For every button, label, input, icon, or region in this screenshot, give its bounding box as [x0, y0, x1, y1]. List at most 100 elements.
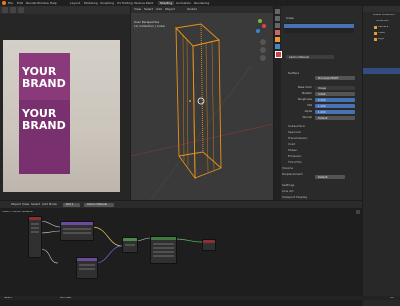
light-icon: [374, 38, 377, 41]
node-mapping[interactable]: [60, 221, 94, 241]
alpha-field[interactable]: 1.000: [315, 110, 355, 114]
menu-window[interactable]: Window: [37, 1, 49, 5]
surface-shader-field[interactable]: Principled BSDF: [315, 76, 355, 80]
section-emission[interactable]: Emission: [288, 154, 301, 158]
field-label-normal: Normal: [302, 116, 312, 119]
tab-shading[interactable]: Shading: [158, 1, 175, 5]
tab-rendering[interactable]: Rendering: [194, 1, 209, 5]
render-image: YOUR BRAND YOUR BRAND: [3, 40, 120, 192]
surface-section-label[interactable]: Surface: [288, 72, 299, 75]
node-link-7: [174, 238, 203, 243]
navigation-gizmo[interactable]: [252, 19, 268, 35]
section-viewport-display[interactable]: Viewport Display: [282, 195, 307, 199]
node-link-1: [39, 220, 61, 228]
gizmo-x-icon[interactable]: [262, 24, 266, 28]
world-tab-icon[interactable]: [275, 30, 280, 35]
status-select: Select: [4, 296, 12, 299]
node-sidebar-toggle-icon[interactable]: [356, 210, 360, 214]
tab-layout[interactable]: Layout: [70, 1, 80, 5]
camera-view-icon[interactable]: [260, 55, 266, 61]
node-header: [61, 222, 93, 225]
node-color-ramp[interactable]: [122, 237, 138, 253]
section-thin-film[interactable]: Thin Film: [288, 160, 302, 164]
node-header: [29, 217, 41, 220]
image-editor-header: [0, 6, 130, 14]
tool-tab-icon[interactable]: [275, 9, 280, 14]
ior-field[interactable]: 1.450: [315, 104, 355, 108]
field-label-metallic: Metallic: [301, 92, 312, 95]
image-browse-icon[interactable]: [18, 7, 24, 13]
tab-texture-paint[interactable]: Texture Paint: [134, 1, 153, 5]
node-link-2: [39, 230, 61, 234]
section-subsurface[interactable]: Subsurface: [288, 124, 305, 128]
tab-modeling[interactable]: Modeling: [84, 1, 98, 5]
section-specular[interactable]: Specular: [288, 130, 301, 134]
base-color-field[interactable]: Image: [315, 86, 355, 90]
viewport-scene: [131, 23, 273, 200]
node-texture-coordinate[interactable]: [28, 216, 42, 258]
output-tab-icon[interactable]: [275, 23, 280, 28]
outliner-scene-collection[interactable]: Scene Collection: [373, 14, 395, 17]
material-slot-list[interactable]: [284, 23, 354, 33]
menu-file[interactable]: File: [8, 1, 13, 5]
node-material-output[interactable]: [202, 239, 216, 251]
status-pan: Pan View: [60, 296, 72, 299]
tab-sculpting[interactable]: Sculpting: [100, 1, 114, 5]
brand-text-1: YOUR: [22, 66, 57, 77]
displacement-field[interactable]: Default: [315, 175, 345, 179]
node-header: [123, 238, 137, 241]
outliner-selected-row[interactable]: [363, 68, 400, 74]
gizmo-y-icon[interactable]: [258, 19, 262, 23]
editor-type-icon[interactable]: [2, 7, 8, 13]
brand-text-3: YOUR: [22, 108, 57, 119]
tab-uv-editing[interactable]: UV Editing: [117, 1, 133, 5]
material-name-field[interactable]: Carton Material: [286, 55, 334, 59]
brand-text-4: BRAND: [22, 120, 66, 131]
viewport-3d[interactable]: View Select Add Object Global User Persp…: [131, 6, 273, 200]
menu-edit[interactable]: Edit: [17, 1, 23, 5]
section-sheen[interactable]: Sheen: [288, 148, 297, 152]
node-header: [151, 237, 176, 240]
menu-help[interactable]: Help: [50, 1, 57, 5]
carton-wireframe: [175, 23, 222, 180]
material-tab-icon[interactable]: [275, 51, 282, 58]
node-principled-bsdf[interactable]: [150, 236, 177, 264]
object-tab-icon[interactable]: [275, 37, 280, 42]
node-image-texture[interactable]: [76, 257, 98, 279]
node-links: [39, 220, 203, 264]
x-axis-line: [131, 123, 273, 157]
pan-icon[interactable]: [260, 47, 266, 53]
tab-animation[interactable]: Animation: [176, 1, 191, 5]
node-editor-panel[interactable]: Object View Select Add Node Slot 1 Carto…: [0, 201, 362, 300]
outliner-item-collection[interactable]: Collection: [370, 20, 400, 24]
material-slot-row[interactable]: [284, 24, 354, 28]
blender-logo-icon[interactable]: [2, 1, 6, 5]
section-coat[interactable]: Coat: [288, 142, 295, 146]
outliner-item-light[interactable]: Light: [372, 38, 400, 42]
modifier-tab-icon[interactable]: [275, 44, 280, 49]
status-bar: Select Pan View 4.2: [0, 296, 400, 300]
view-icon[interactable]: [10, 7, 16, 13]
field-label-alpha: Alpha: [304, 110, 312, 113]
gizmo-z-icon[interactable]: [256, 29, 260, 33]
section-line-art[interactable]: Line Art: [282, 189, 294, 193]
menu-render[interactable]: Render: [26, 1, 37, 5]
status-version: 4.2: [390, 296, 394, 299]
field-label-roughness: Roughness: [297, 98, 312, 101]
outliner-item-cube[interactable]: Cube: [372, 32, 400, 36]
object-name-label: Cube: [286, 17, 294, 20]
3d-cursor: [197, 97, 205, 105]
section-displacement[interactable]: Displacement: [282, 172, 303, 176]
outliner-panel: Scene Collection Collection Camera Cube …: [363, 6, 400, 306]
outliner-item-camera[interactable]: Camera: [372, 26, 400, 30]
render-tab-icon[interactable]: [275, 16, 280, 21]
mesh-icon: [374, 32, 377, 35]
section-transmission[interactable]: Transmission: [288, 136, 307, 140]
section-settings[interactable]: Settings: [282, 183, 294, 187]
section-volume[interactable]: Volume: [282, 166, 293, 170]
normal-field[interactable]: Default: [315, 116, 355, 120]
metallic-field[interactable]: 0.000: [315, 92, 355, 96]
zoom-icon[interactable]: [260, 39, 266, 45]
product-box: YOUR BRAND YOUR BRAND: [19, 53, 70, 174]
roughness-field[interactable]: 0.500: [315, 98, 355, 102]
